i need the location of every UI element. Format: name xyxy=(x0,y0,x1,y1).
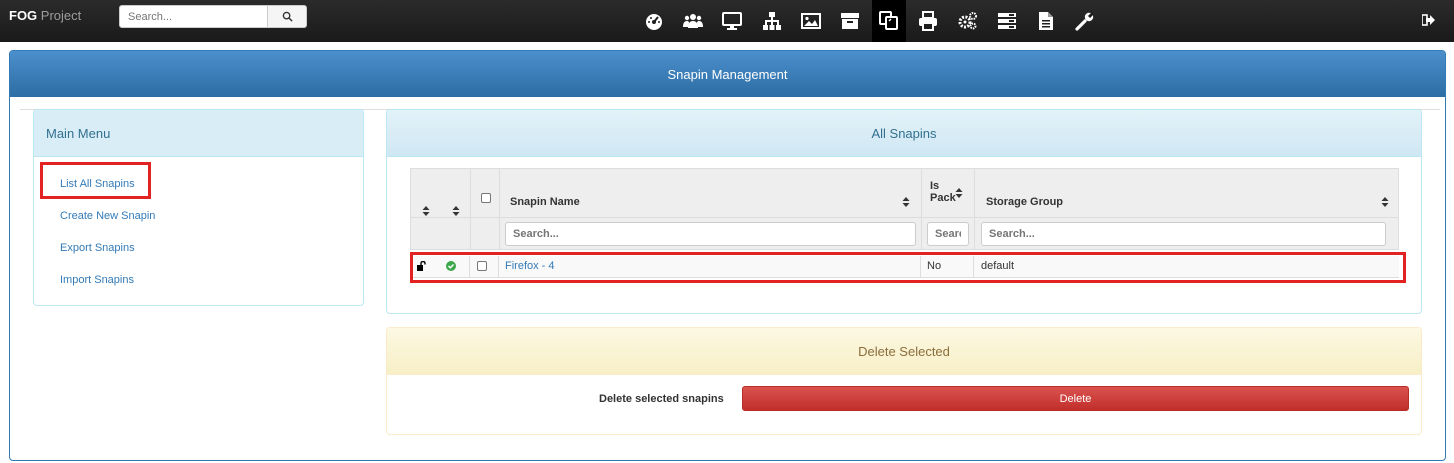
snapins-icon[interactable] xyxy=(872,0,907,42)
column-divider xyxy=(499,218,500,250)
table-header-row: Snapin Name Is Pack Storage Group xyxy=(410,168,1399,219)
column-storage-group[interactable]: Storage Group xyxy=(986,196,1063,208)
delete-button[interactable]: Delete xyxy=(742,386,1409,411)
global-search xyxy=(119,5,307,28)
images-icon[interactable] xyxy=(794,0,828,42)
main-menu-heading: Main Menu xyxy=(34,110,363,157)
search-button[interactable] xyxy=(267,5,307,28)
main-nav xyxy=(637,0,1107,42)
sort-icon[interactable] xyxy=(452,205,460,217)
filter-is-pack[interactable] xyxy=(927,222,969,246)
delete-selected-panel: Delete Selected Delete selected snapins … xyxy=(386,327,1422,435)
reports-icon[interactable] xyxy=(1029,0,1063,42)
menu-create-new-snapin[interactable]: Create New Snapin xyxy=(60,210,155,222)
filter-storage-group[interactable] xyxy=(981,222,1386,246)
column-divider xyxy=(470,169,471,219)
search-input[interactable] xyxy=(119,5,268,28)
delete-label: Delete selected snapins xyxy=(599,393,724,405)
highlight-box xyxy=(40,162,151,199)
search-icon xyxy=(282,11,293,22)
column-divider xyxy=(499,169,500,219)
services-icon[interactable] xyxy=(951,0,985,42)
logout-icon[interactable] xyxy=(1418,9,1440,31)
filter-snapin-name[interactable] xyxy=(505,222,916,246)
snapin-management-panel: Snapin Management Main Menu List All Sna… xyxy=(9,50,1446,461)
menu-import-snapins[interactable]: Import Snapins xyxy=(60,274,134,286)
column-divider xyxy=(921,169,922,219)
page-title: Snapin Management xyxy=(10,51,1445,97)
highlight-box xyxy=(410,252,1406,283)
column-divider xyxy=(921,218,922,250)
column-divider xyxy=(974,169,975,219)
column-divider xyxy=(470,218,471,250)
hosts-icon[interactable] xyxy=(715,0,749,42)
main-menu-panel: Main Menu List All Snapins Create New Sn… xyxy=(33,109,364,306)
groups-icon[interactable] xyxy=(755,0,789,42)
column-snapin-name[interactable]: Snapin Name xyxy=(510,196,580,208)
menu-export-snapins[interactable]: Export Snapins xyxy=(60,242,135,254)
dashboard-icon[interactable] xyxy=(637,0,671,42)
top-navbar: FOG Project xyxy=(0,0,1454,42)
column-divider xyxy=(974,218,975,250)
all-snapins-panel: All Snapins Snapin Name Is Pack Storage G… xyxy=(386,109,1422,314)
select-all-checkbox[interactable] xyxy=(481,193,491,203)
column-is-pack[interactable]: Is Pack xyxy=(930,180,956,204)
storage-icon[interactable] xyxy=(833,0,867,42)
brand-logo[interactable]: FOG Project xyxy=(9,8,81,23)
delete-selected-heading: Delete Selected xyxy=(387,328,1421,375)
settings-icon[interactable] xyxy=(1068,0,1102,42)
sort-icon[interactable] xyxy=(422,205,430,217)
sort-icon[interactable] xyxy=(902,196,910,208)
users-icon[interactable] xyxy=(676,0,710,42)
printers-icon[interactable] xyxy=(911,0,945,42)
table-filter-row xyxy=(410,218,1399,250)
sort-icon[interactable] xyxy=(1381,196,1389,208)
tasks-icon[interactable] xyxy=(990,0,1024,42)
all-snapins-heading: All Snapins xyxy=(387,110,1421,157)
sort-icon[interactable] xyxy=(955,187,963,199)
